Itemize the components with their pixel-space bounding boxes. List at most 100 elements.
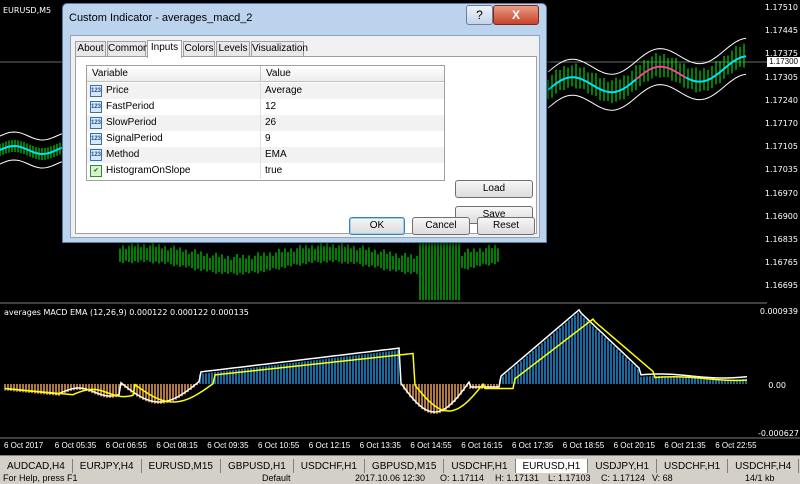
status-bar: For Help, press F1 Default 2017.10.06 12…	[0, 473, 800, 484]
macd-canvas	[0, 308, 800, 439]
price-tick: 1.17105	[764, 142, 798, 152]
macd-scale-mid: 0.00	[768, 381, 786, 390]
chart-tab[interactable]: GBPUSD,M15	[365, 459, 445, 473]
price-tick: 1.17445	[764, 26, 798, 36]
table-row[interactable]: 123 Method EMA	[87, 147, 444, 163]
time-tick: 6 Oct 22:55	[715, 441, 757, 450]
tab-inputs[interactable]: Inputs	[147, 40, 182, 58]
price-tick: 1.17035	[764, 165, 798, 175]
current-price-label: 1.17300	[767, 57, 800, 67]
table-row[interactable]: 123 SignalPeriod 9	[87, 131, 444, 147]
tab-common[interactable]: Common	[107, 41, 149, 57]
param-value[interactable]: 9	[265, 131, 271, 147]
table-row[interactable]: 123 Price Average	[87, 83, 444, 99]
price-tick: 1.17510	[764, 3, 798, 12]
lower-band-line	[0, 159, 63, 169]
status-low: L: 1.17103	[548, 473, 591, 483]
chart-tab[interactable]: USDCHF,H4	[728, 459, 800, 473]
param-value[interactable]: true	[265, 163, 282, 179]
status-help: For Help, press F1	[3, 473, 78, 483]
status-volume: V: 68	[652, 473, 673, 483]
chart-tab[interactable]: AUDCAD,H4	[0, 459, 73, 473]
param-value[interactable]: EMA	[265, 147, 287, 163]
tab-about[interactable]: About	[75, 41, 106, 57]
price-tick: 1.17305	[764, 72, 798, 82]
status-datetime: 2017.10.06 12:30	[355, 473, 426, 483]
param-value[interactable]: 26	[265, 115, 276, 131]
price-tick: 1.16900	[764, 211, 798, 221]
cancel-button[interactable]: Cancel	[412, 217, 470, 235]
inputs-table[interactable]: Variable Value 123 Price Average 123 FastPer…	[86, 65, 445, 181]
status-profile: Default	[262, 473, 291, 483]
time-tick: 6 Oct 14:55	[410, 441, 452, 450]
param-name: HistogramOnSlope	[106, 165, 191, 176]
cell-divider	[260, 131, 261, 147]
numeric-type-icon: 123	[90, 117, 102, 129]
chart-tab[interactable]: USDCHF,H1	[657, 459, 729, 473]
chart-tab[interactable]: USDJPY,H1	[588, 459, 658, 473]
inputs-panel: Variable Value 123 Price Average 123 FastPer…	[75, 56, 537, 234]
close-button[interactable]: X	[493, 5, 539, 25]
cell-divider	[260, 99, 261, 115]
cell-divider	[260, 83, 261, 99]
tab-visualization[interactable]: Visualization	[251, 41, 308, 57]
time-tick: 6 Oct 09:35	[207, 441, 249, 450]
load-button[interactable]: Load	[455, 180, 533, 198]
price-tick: 1.16695	[764, 281, 798, 291]
time-tick: 6 Oct 13:35	[359, 441, 401, 450]
status-open: O: 1.17114	[440, 473, 484, 483]
time-tick: 6 Oct 21:35	[664, 441, 706, 450]
cell-divider	[260, 147, 261, 163]
column-value[interactable]: Value	[261, 66, 291, 82]
numeric-type-icon: 123	[90, 85, 102, 97]
time-tick: 6 Oct 08:15	[156, 441, 198, 450]
status-traffic: 14/1 kb	[745, 473, 775, 483]
upper-band-line	[0, 131, 63, 141]
macd-scale-bottom: -0.000627	[757, 429, 799, 438]
chart-tab[interactable]: USDCHF,H1	[294, 459, 365, 473]
param-name: FastPeriod	[106, 101, 155, 112]
time-tick: 6 Oct 12:15	[308, 441, 351, 450]
param-name: SignalPeriod	[106, 133, 163, 144]
param-value[interactable]: Average	[265, 83, 302, 99]
column-variable[interactable]: Variable	[87, 66, 128, 82]
chart-tab[interactable]: EURUSD,H1	[515, 459, 589, 473]
numeric-type-icon: 123	[90, 133, 102, 145]
chart-tab[interactable]: GBPUSD,H1	[221, 459, 294, 473]
chart-tab[interactable]: EURUSD,M15	[142, 459, 221, 473]
time-tick: 6 Oct 20:15	[613, 441, 655, 450]
time-tick: 6 Oct 10:55	[258, 441, 300, 450]
table-row[interactable]: 123 SlowPeriod 26	[87, 115, 444, 131]
macd-subwindow[interactable]: averages MACD EMA (12,26,9) 0.000122 0.0…	[0, 305, 800, 439]
cell-divider	[260, 115, 261, 131]
custom-indicator-dialog: Custom Indicator - averages_macd_2 ? X A…	[62, 3, 547, 243]
time-tick: 6 Oct 2017	[4, 441, 44, 450]
numeric-type-icon: 123	[90, 101, 102, 113]
macd-scale-top: 0.000939	[759, 307, 798, 316]
chart-tab[interactable]: EURJPY,H4	[73, 459, 142, 473]
tab-levels[interactable]: Levels	[216, 41, 250, 57]
time-tick: 6 Oct 18:55	[562, 441, 605, 450]
status-close: C: 1.17124	[601, 473, 646, 483]
numeric-type-icon: 123	[90, 149, 102, 161]
terminal-window: EURUSD,M5 1.17510 1.17445 1.17375 1.17305 1.…	[0, 0, 800, 484]
time-tick: 6 Oct 17:35	[512, 441, 554, 450]
price-axis[interactable]: 1.17510 1.17445 1.17375 1.17305 1.17240 1.171…	[764, 0, 800, 304]
time-axis: 6 Oct 2017 6 Oct 05:35 6 Oct 06:55 6 Oct 08…	[0, 439, 800, 455]
ok-button[interactable]: OK	[349, 217, 405, 235]
param-name: Price	[106, 85, 129, 96]
time-tick: 6 Oct 06:55	[105, 441, 147, 450]
param-value[interactable]: 12	[265, 99, 276, 115]
help-button[interactable]: ?	[466, 5, 493, 25]
table-row[interactable]: ✔ HistogramOnSlope true	[87, 163, 444, 179]
price-tick: 1.17240	[764, 95, 798, 105]
tab-colors[interactable]: Colors	[183, 41, 215, 57]
reset-button[interactable]: Reset	[477, 217, 535, 235]
price-tick: 1.16765	[764, 258, 798, 268]
macd-label: averages MACD EMA (12,26,9) 0.000122 0.0…	[4, 308, 249, 317]
cell-divider	[260, 163, 261, 179]
table-row[interactable]: 123 FastPeriod 12	[87, 99, 444, 115]
chart-tab[interactable]: USDCHF,H1	[444, 459, 516, 473]
chart-tabs-bar: AUDCAD,H4 EURJPY,H4 EURUSD,M15 GBPUSD,H1 USD…	[0, 455, 800, 473]
price-tick: 1.16970	[764, 188, 798, 198]
